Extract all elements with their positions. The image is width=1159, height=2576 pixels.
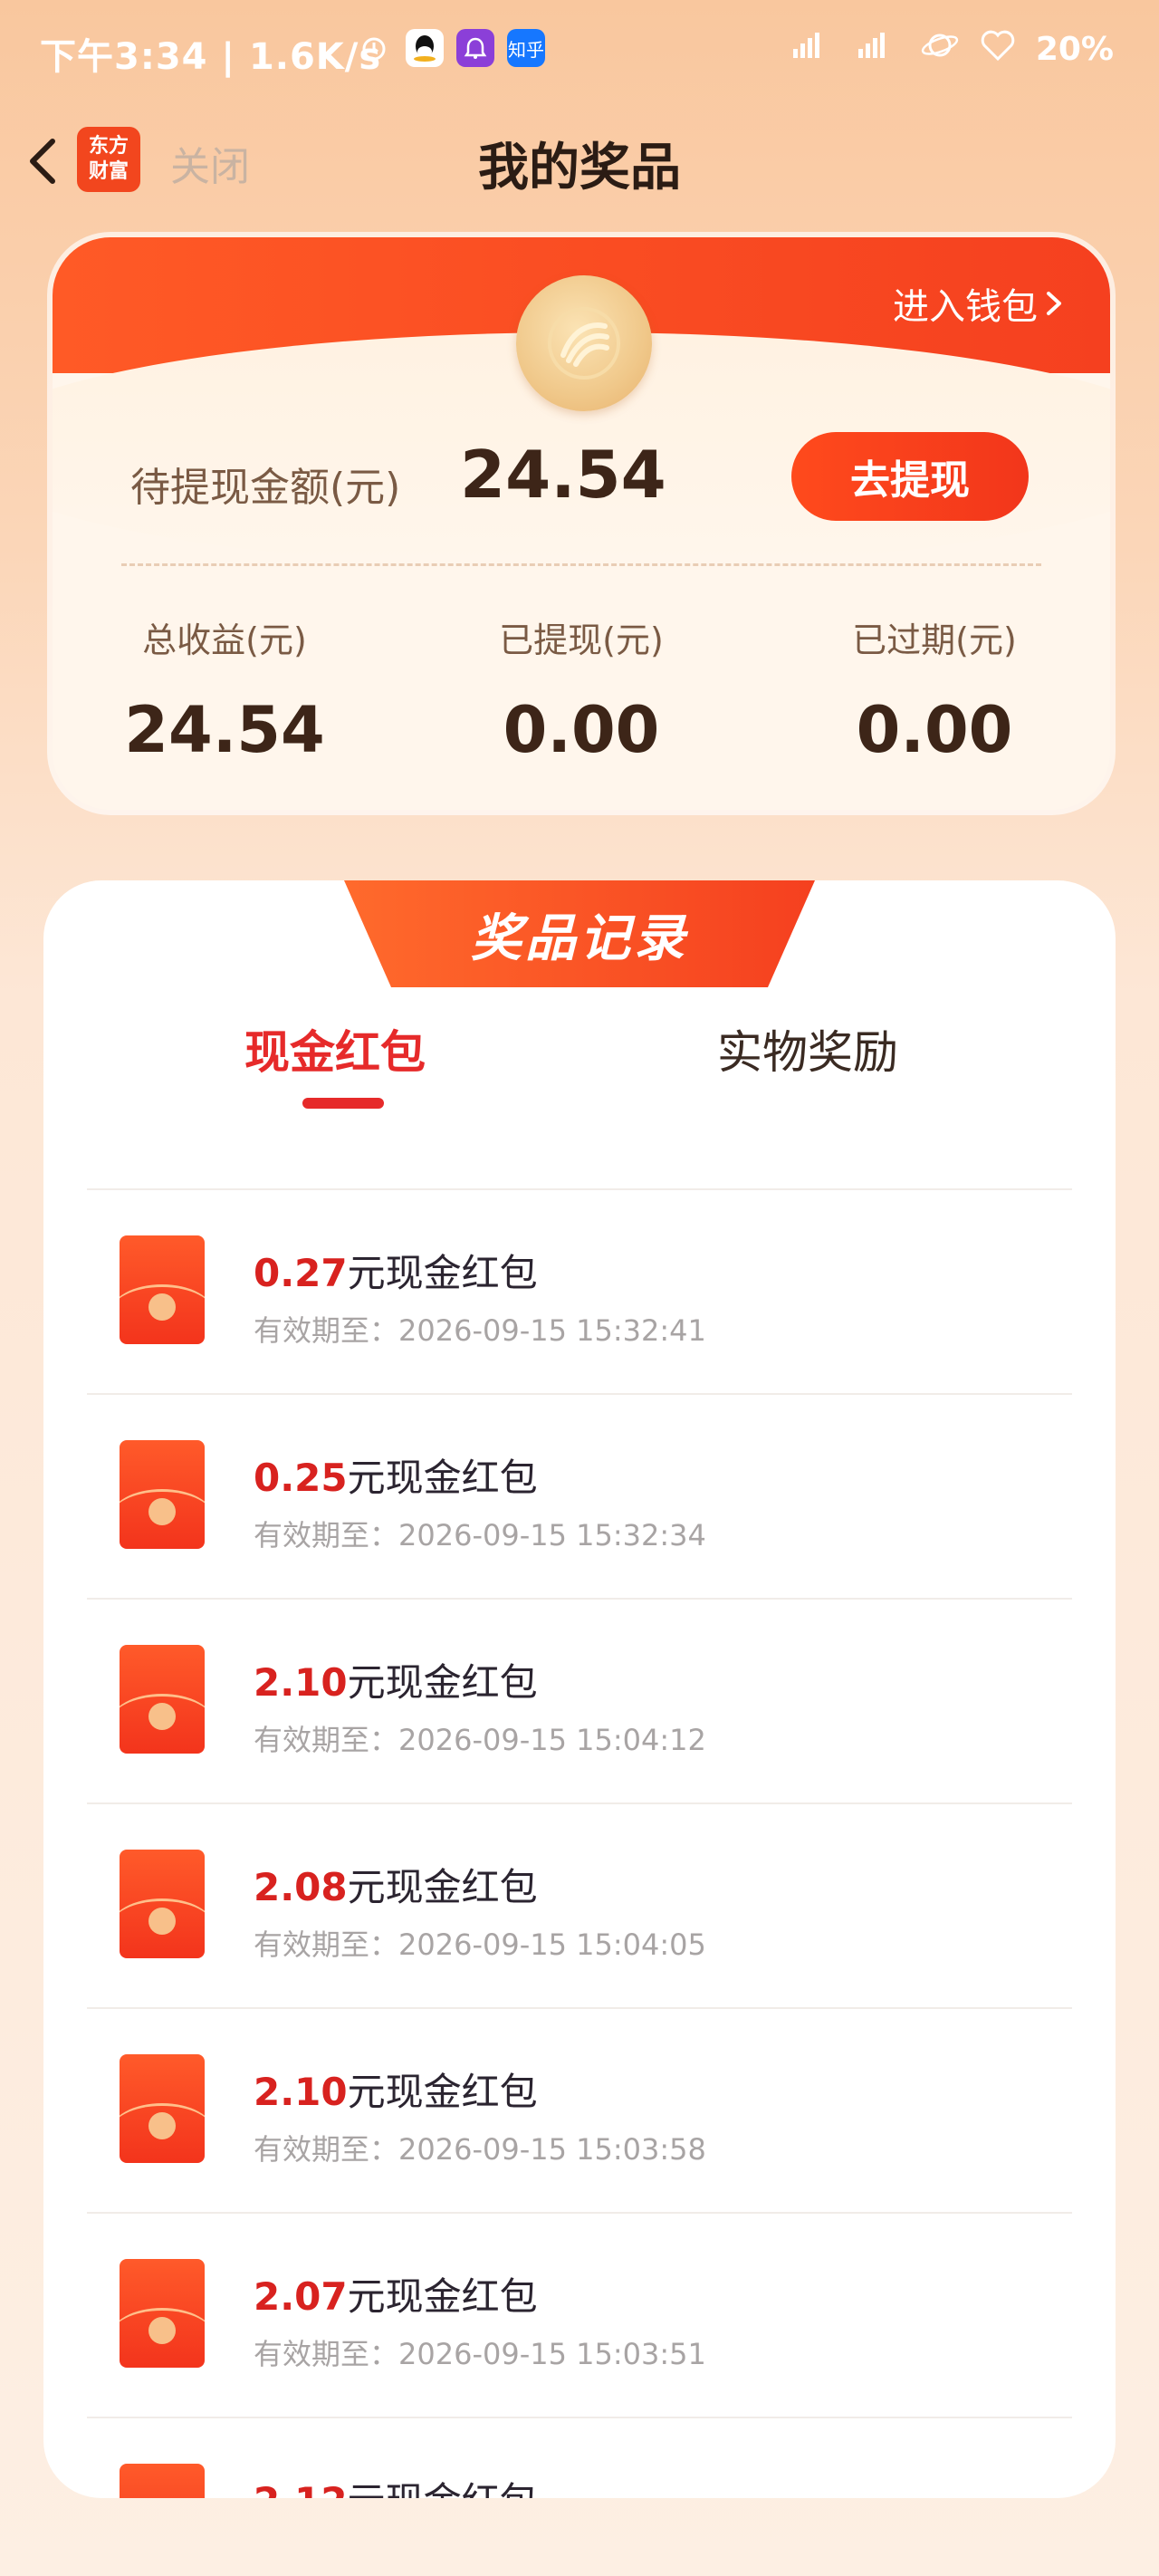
- item-label: 元现金红包: [348, 2479, 538, 2498]
- item-label: 元现金红包: [347, 1251, 538, 1295]
- item-label: 元现金红包: [347, 2070, 538, 2114]
- signal-icon: [790, 29, 835, 69]
- status-bar: 下午3:34 | 1.6K/s 知乎 20%: [0, 0, 1159, 100]
- status-right-icons: 20%: [790, 27, 1114, 71]
- stat-total-earnings: 总收益(元) 24.54: [124, 620, 325, 767]
- red-envelope-icon: [120, 2464, 205, 2498]
- back-button[interactable]: [22, 134, 67, 188]
- bell-app-icon: [456, 29, 494, 67]
- app-logo: 东方 财富: [77, 127, 140, 192]
- item-expiry: 有效期至：2026-09-15 15:32:41: [254, 1313, 706, 1348]
- records-banner: 奖品记录: [344, 880, 815, 987]
- list-item[interactable]: 2.10元现金红包 有效期至：2026-09-15 15:03:58: [87, 2007, 1072, 2212]
- chevron-right-icon: [1047, 292, 1061, 315]
- list-item[interactable]: 2.12元现金红包: [87, 2417, 1072, 2498]
- list-item[interactable]: 2.08元现金红包 有效期至：2026-09-15 15:04:05: [87, 1802, 1072, 2007]
- item-expiry: 有效期至：2026-09-15 15:03:51: [254, 2337, 706, 2371]
- item-expiry: 有效期至：2026-09-15 15:04:05: [254, 1927, 706, 1962]
- item-expiry: 有效期至：2026-09-15 15:04:12: [254, 1723, 706, 1757]
- chevron-left-icon: [30, 139, 55, 184]
- item-amount: 2.08: [254, 1865, 348, 1909]
- item-amount: 0.25: [254, 1456, 348, 1500]
- prize-records-card: 奖品记录 现金红包 实物奖励 0.27元现金红包 有效期至：2026-09-15…: [43, 880, 1116, 2498]
- signal-icon-2: [855, 29, 900, 69]
- stat-withdrawn: 已提现(元) 0.00: [499, 620, 664, 767]
- alarm-icon: [355, 29, 393, 67]
- pending-amount-label: 待提现金额(元): [130, 465, 401, 511]
- tab-physical-rewards[interactable]: 实物奖励: [717, 1016, 898, 1081]
- item-label: 元现金红包: [347, 1456, 538, 1500]
- stat-expired: 已过期(元) 0.00: [852, 620, 1017, 767]
- withdraw-button[interactable]: 去提现: [791, 432, 1029, 521]
- item-expiry: 有效期至：2026-09-15 15:32:34: [254, 1518, 706, 1552]
- list-item[interactable]: 2.07元现金红包 有效期至：2026-09-15 15:03:51: [87, 2212, 1072, 2417]
- records-title: 奖品记录: [471, 908, 688, 968]
- active-tab-indicator: [302, 1098, 384, 1109]
- list-item[interactable]: 0.27元现金红包 有效期至：2026-09-15 15:32:41: [87, 1188, 1072, 1393]
- status-app-icons: 知乎: [355, 29, 545, 67]
- divider: [121, 563, 1041, 566]
- qq-icon: [406, 29, 444, 67]
- item-label: 元现金红包: [347, 1660, 538, 1705]
- status-time-speed: 下午3:34 | 1.6K/s: [40, 36, 382, 78]
- item-amount: 2.07: [254, 2274, 348, 2319]
- item-label: 元现金红包: [347, 1865, 538, 1909]
- enter-wallet-link[interactable]: 进入钱包: [893, 277, 1065, 330]
- close-link[interactable]: 关闭: [170, 134, 250, 192]
- pending-amount-value: 24.54: [460, 437, 666, 513]
- red-envelope-icon: [120, 2259, 205, 2368]
- tab-cash-red-packet[interactable]: 现金红包: [244, 1016, 426, 1081]
- item-label: 元现金红包: [347, 2274, 538, 2319]
- red-envelope-icon: [120, 2054, 205, 2163]
- red-packet-list: 0.27元现金红包 有效期至：2026-09-15 15:32:41 0.25元…: [87, 1188, 1072, 2498]
- red-envelope-icon: [120, 1235, 205, 1344]
- battery-level: 20%: [1035, 30, 1114, 68]
- red-envelope-icon: [120, 1850, 205, 1958]
- list-item[interactable]: 2.10元现金红包 有效期至：2026-09-15 15:04:12: [87, 1598, 1072, 1802]
- item-amount: 2.12: [254, 2479, 348, 2498]
- item-amount: 2.10: [254, 1660, 348, 1705]
- red-envelope-icon: [120, 1440, 205, 1549]
- list-item[interactable]: 0.25元现金红包 有效期至：2026-09-15 15:32:34: [87, 1393, 1072, 1598]
- wallet-card: 进入钱包 待提现金额(元) 24.54 去提现 总收益(元) 24.54 已提现…: [53, 237, 1110, 810]
- red-envelope-icon: [120, 1645, 205, 1754]
- item-amount: 2.10: [254, 2070, 348, 2114]
- heart-icon: [980, 29, 1016, 69]
- coin-icon: [516, 275, 652, 411]
- item-amount: 0.27: [254, 1251, 348, 1295]
- planet-icon: [920, 27, 960, 71]
- zhihu-icon: 知乎: [507, 29, 545, 67]
- item-expiry: 有效期至：2026-09-15 15:03:58: [254, 2132, 706, 2167]
